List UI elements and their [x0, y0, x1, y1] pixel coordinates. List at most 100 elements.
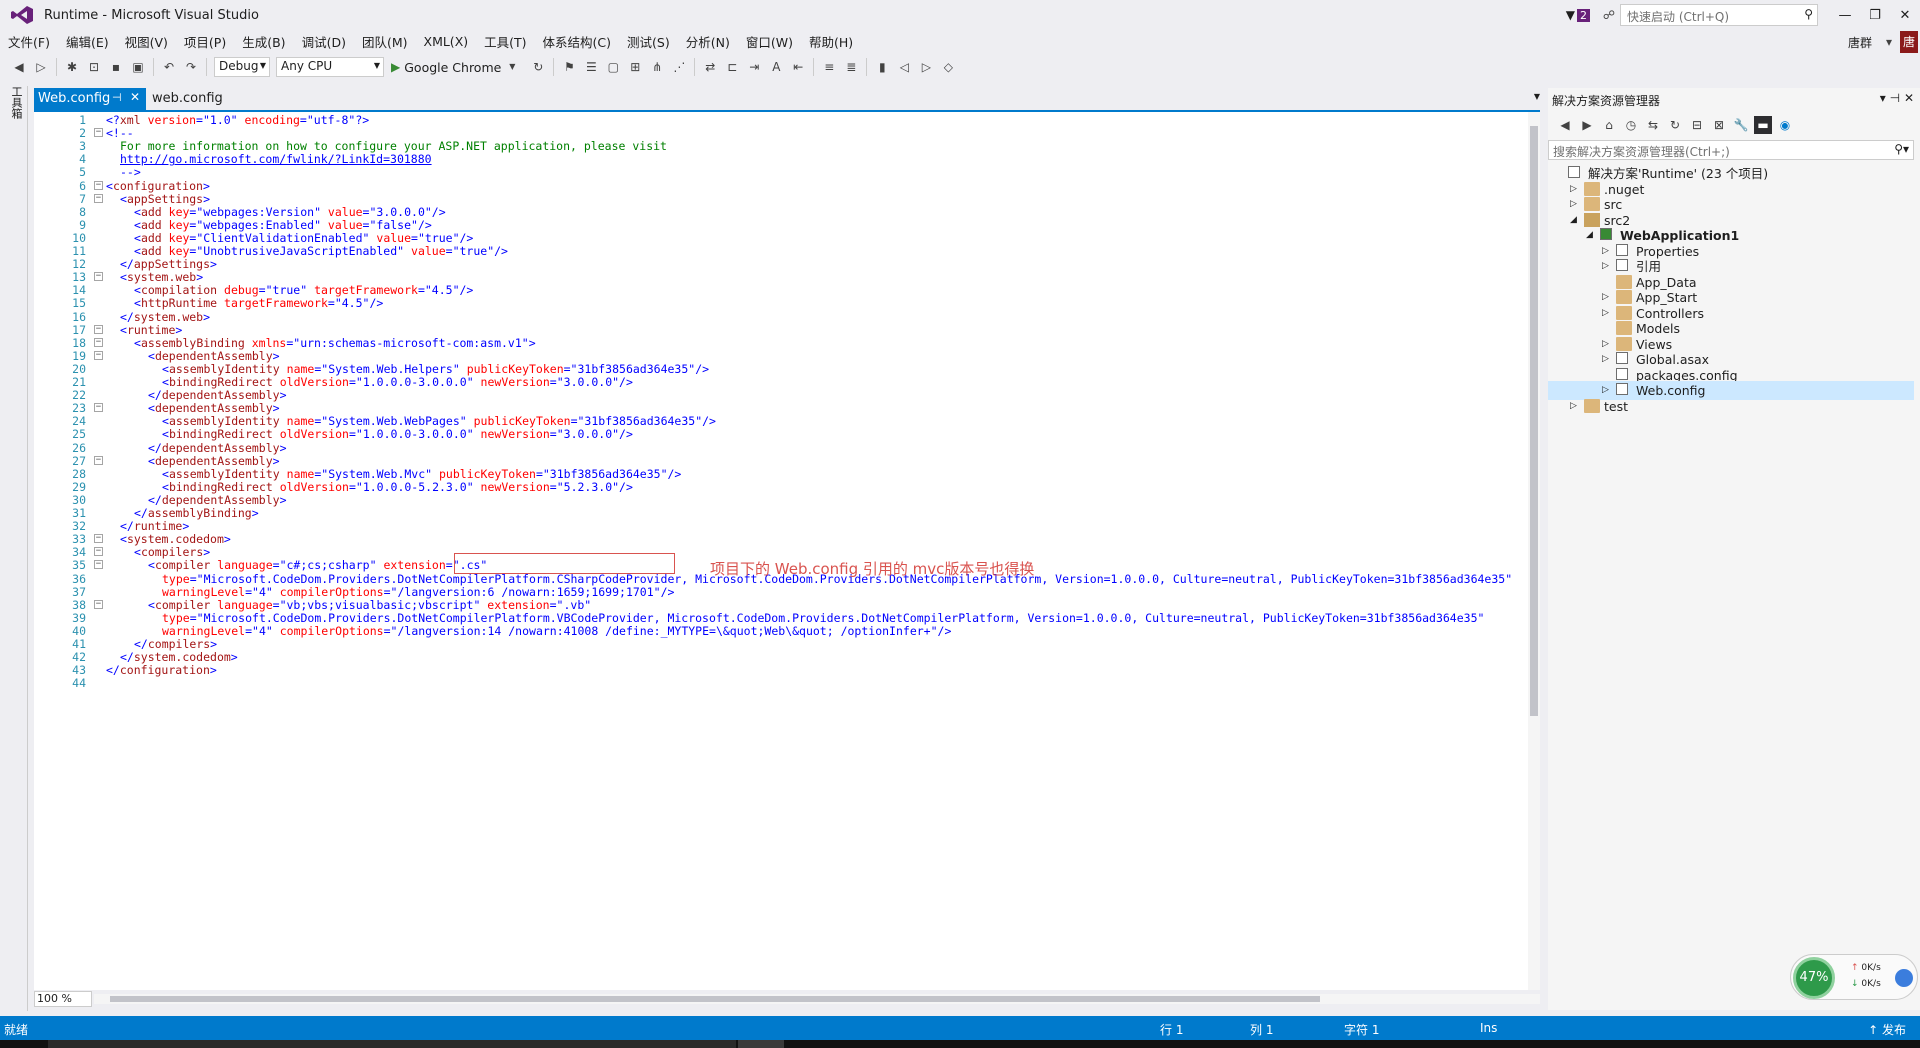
- outdent-icon[interactable]: ⇤: [789, 58, 807, 76]
- code-line[interactable]: 44: [34, 675, 1528, 691]
- scrollbar-thumb[interactable]: [110, 996, 1320, 1002]
- navigate-icon[interactable]: ⇄: [701, 58, 719, 76]
- feedback-icon[interactable]: ☍: [1600, 6, 1618, 24]
- next-bookmark-icon[interactable]: ▷: [917, 58, 935, 76]
- menu-item[interactable]: 测试(S): [619, 32, 678, 51]
- start-debugging-button[interactable]: ▶ Google Chrome ▼: [391, 58, 523, 76]
- disabled-tool-icon[interactable]: ⋰: [670, 58, 688, 76]
- solution-platform-select[interactable]: Any CPU ▼: [276, 57, 384, 77]
- preview-icon[interactable]: ▬: [1754, 116, 1772, 134]
- taskbar-item[interactable]: [738, 1040, 784, 1048]
- collapse-icon[interactable]: −: [94, 403, 103, 413]
- menu-item[interactable]: 帮助(H): [801, 32, 861, 51]
- menu-item[interactable]: 体系结构(C): [535, 32, 619, 51]
- tab-web-config-preview[interactable]: web.config: [152, 88, 223, 110]
- horizontal-scrollbar[interactable]: [94, 994, 1540, 1004]
- dropdown-icon[interactable]: ▾: [1880, 91, 1886, 105]
- solution-tools-icon[interactable]: ☰: [582, 58, 600, 76]
- clear-bookmark-icon[interactable]: ◇: [939, 58, 957, 76]
- close-icon[interactable]: ✕: [130, 90, 140, 104]
- publish-button[interactable]: ↑ 发布: [1868, 1021, 1906, 1038]
- collapse-icon[interactable]: −: [94, 350, 103, 360]
- menu-item[interactable]: 团队(M): [354, 32, 416, 51]
- collapse-icon[interactable]: −: [94, 324, 103, 334]
- pin-icon[interactable]: ⊣: [112, 91, 122, 104]
- refresh-icon[interactable]: ↻: [1666, 116, 1684, 134]
- solution-configuration-select[interactable]: Debug ▼: [214, 57, 270, 77]
- menu-item[interactable]: 视图(V): [117, 32, 176, 51]
- undo-icon[interactable]: ↶: [160, 58, 178, 76]
- notifications-button[interactable]: ▼ 2: [1566, 8, 1590, 22]
- hierarchy-icon[interactable]: ⊞: [626, 58, 644, 76]
- tab-dropdown-icon[interactable]: ▼: [1534, 92, 1540, 101]
- document-icon[interactable]: ▢: [604, 58, 622, 76]
- collapse-icon[interactable]: −: [94, 455, 103, 465]
- back-icon[interactable]: ◀: [10, 58, 28, 76]
- home-icon[interactable]: ⌂: [1600, 116, 1618, 134]
- properties-icon[interactable]: 🔧: [1732, 116, 1750, 134]
- collapse-icon[interactable]: −: [94, 128, 103, 138]
- user-area[interactable]: 唐群 ▾ 唐: [1848, 30, 1920, 54]
- menu-item[interactable]: XML(X): [416, 34, 477, 49]
- redo-icon[interactable]: ↷: [182, 58, 200, 76]
- collapse-icon[interactable]: −: [94, 193, 103, 203]
- toolbox-tab[interactable]: 工具箱: [8, 86, 24, 119]
- taskbar-item[interactable]: [48, 1040, 736, 1048]
- web-icon[interactable]: ◉: [1776, 116, 1794, 134]
- menu-item[interactable]: 调试(D): [294, 32, 354, 51]
- indent-icon[interactable]: ⇥: [745, 58, 763, 76]
- avatar[interactable]: 唐: [1900, 31, 1918, 53]
- network-speed-widget[interactable]: 47% ↑ 0K/s ↓ 0K/s: [1790, 954, 1918, 1000]
- find-in-files-icon[interactable]: ⚑: [560, 58, 578, 76]
- menu-item[interactable]: 文件(F): [0, 32, 58, 51]
- show-all-files-icon[interactable]: ⊠: [1710, 116, 1728, 134]
- collapse-icon[interactable]: −: [94, 180, 103, 190]
- uncomment-icon[interactable]: ≣: [842, 58, 860, 76]
- forward-icon[interactable]: ▷: [32, 58, 50, 76]
- collapse-icon[interactable]: −: [94, 534, 103, 544]
- pin-icon[interactable]: ⊣: [1890, 91, 1900, 105]
- save-icon[interactable]: ▪: [107, 58, 125, 76]
- menu-item[interactable]: 项目(P): [176, 32, 234, 51]
- tree-icon[interactable]: ⋔: [648, 58, 666, 76]
- user-name[interactable]: 唐群: [1848, 34, 1872, 51]
- prev-bookmark-icon[interactable]: ◁: [895, 58, 913, 76]
- open-file-icon[interactable]: ⊡: [85, 58, 103, 76]
- new-project-icon[interactable]: ✱: [63, 58, 81, 76]
- refresh-icon[interactable]: ↻: [529, 58, 547, 76]
- menu-item[interactable]: 工具(T): [476, 32, 534, 51]
- collapse-icon[interactable]: −: [94, 560, 103, 570]
- forward-icon[interactable]: ▶: [1578, 116, 1596, 134]
- menu-item[interactable]: 编辑(E): [58, 32, 117, 51]
- menu-item[interactable]: 分析(N): [678, 32, 738, 51]
- save-all-icon[interactable]: ▣: [129, 58, 147, 76]
- bookmark-icon[interactable]: ▮: [873, 58, 891, 76]
- collapse-icon[interactable]: −: [94, 547, 103, 557]
- zoom-select[interactable]: 100 %: [34, 991, 92, 1007]
- sync-icon[interactable]: ⇆: [1644, 116, 1662, 134]
- history-icon[interactable]: ◷: [1622, 116, 1640, 134]
- collapse-icon[interactable]: −: [94, 599, 103, 609]
- restore-button[interactable]: ❐: [1860, 8, 1890, 23]
- scrollbar-thumb[interactable]: [1530, 126, 1538, 716]
- expand-arrow-icon[interactable]: ▷: [1570, 397, 1580, 416]
- code-area[interactable]: 1 <?xml version="1.0" encoding="utf-8"?> 2…: [34, 112, 1528, 992]
- quick-launch-input[interactable]: 快速启动 (Ctrl+Q) ⚲: [1620, 4, 1818, 26]
- tree-item[interactable]: ▷ test: [1548, 397, 1914, 416]
- collapse-icon[interactable]: −: [94, 272, 103, 282]
- vertical-scrollbar[interactable]: [1528, 112, 1540, 992]
- tab-web-config-active[interactable]: Web.config ⊣ ✕: [34, 88, 146, 110]
- back-icon[interactable]: ◀: [1556, 116, 1574, 134]
- close-icon[interactable]: ✕: [1904, 91, 1914, 105]
- font-icon[interactable]: A: [767, 58, 785, 76]
- minimize-button[interactable]: —: [1830, 8, 1860, 23]
- close-button[interactable]: ✕: [1890, 8, 1920, 23]
- comment-icon[interactable]: ≡: [820, 58, 838, 76]
- menu-item[interactable]: 生成(B): [234, 32, 293, 51]
- collapse-icon[interactable]: −: [94, 337, 103, 347]
- code-editor[interactable]: 1 <?xml version="1.0" encoding="utf-8"?> 2…: [34, 110, 1540, 996]
- bracket-icon[interactable]: ⊏: [723, 58, 741, 76]
- collapse-all-icon[interactable]: ⊟: [1688, 116, 1706, 134]
- solution-search-input[interactable]: 搜索解决方案资源管理器(Ctrl+;) ⚲▾: [1548, 140, 1914, 160]
- menu-item[interactable]: 窗口(W): [738, 32, 801, 51]
